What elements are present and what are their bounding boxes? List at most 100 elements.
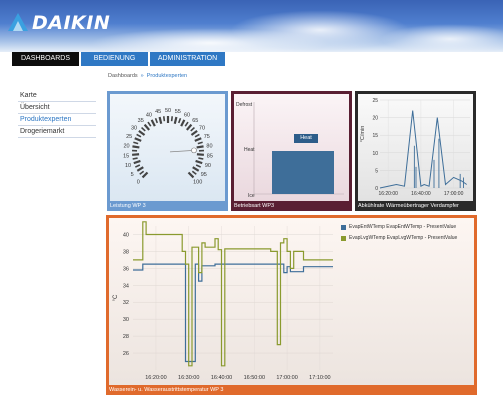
temp-xtick-label: 16:50:00 <box>244 375 265 381</box>
gauge-tick-label: 50 <box>165 108 171 114</box>
temp-ytick-label: 38 <box>123 249 129 255</box>
gauge-tick <box>184 121 189 127</box>
header-banner: DAIKIN <box>0 0 503 52</box>
mode-area: Defrost Heat Ice Heat <box>234 94 349 201</box>
breadcrumb-separator: » <box>140 73 144 79</box>
gauge-tick-label: 90 <box>205 163 211 169</box>
gauge-tick <box>191 170 197 175</box>
gauge-tick <box>132 153 140 156</box>
main-nav: DASHBOARDS BEDIENUNG ADMINISTRATION <box>0 52 503 66</box>
tab-administration[interactable]: ADMINISTRATION <box>150 52 226 66</box>
gauge-tick-label: 25 <box>126 134 132 140</box>
gauge-tick <box>158 116 163 125</box>
gauge-tick-label: 5 <box>131 172 134 178</box>
gauge-tick <box>190 126 195 132</box>
temp-ytick-label: 34 <box>123 283 129 289</box>
breadcrumb-home[interactable]: Dashboards <box>108 73 138 79</box>
evap-panel[interactable]: 0 5 10 15 20 25 16:20:00 16:40:00 17:00:00 °C/min… <box>355 91 476 211</box>
tab-bedienung[interactable]: BEDIENUNG <box>81 52 149 66</box>
mode-state-heat: Heat <box>244 147 255 153</box>
gauge-tick <box>133 159 141 165</box>
evap-xtick-label: 17:00:00 <box>444 191 464 197</box>
temp-series-lvgw <box>133 221 333 367</box>
gauge-tick <box>132 145 140 149</box>
gauge-tick <box>139 170 145 175</box>
page: DAIKIN DASHBOARDS BEDIENUNG ADMINISTRATI… <box>0 0 503 400</box>
temp-area: 26 28 30 32 34 36 38 40 16:20:00 16:30:00 16:40:00… <box>109 218 474 385</box>
mode-state-defrost: Defrost <box>236 102 253 108</box>
temp-panel[interactable]: 26 28 30 32 34 36 38 40 16:20:00 16:30:00 16:40:00… <box>106 215 477 395</box>
gauge-tick-label: 45 <box>155 109 161 115</box>
gauge-tick <box>150 119 156 127</box>
gauge-tick-label: 20 <box>123 143 129 149</box>
sidebar-item-produktexperten[interactable]: Produktexperten <box>18 114 96 126</box>
daikin-logo-icon <box>8 13 28 31</box>
gauge-tick <box>196 153 204 156</box>
gauge-tick-label: 40 <box>146 113 152 119</box>
temp-legend: EvapEntWTemp EvapEntWTemp - PresentValue… <box>341 222 471 244</box>
temp-xtick-label: 16:20:00 <box>145 375 166 381</box>
gauge-tick <box>162 116 166 122</box>
evap-xtick-label: 16:40:00 <box>411 191 431 197</box>
gauge-tick-label: 100 <box>193 180 202 186</box>
gauge-tick <box>133 141 139 145</box>
evap-ytick-label: 10 <box>372 151 378 157</box>
gauge-tick <box>143 123 151 131</box>
breadcrumb: Dashboards» Produktexperten <box>108 73 187 79</box>
gauge-tick <box>141 126 146 132</box>
temp-xtick-label: 16:40:00 <box>211 375 232 381</box>
temp-panel-title: Wasserein- u. Wasseraustrittstemperatur … <box>109 387 224 393</box>
temp-ytick-label: 32 <box>123 300 129 306</box>
gauge-tick <box>134 164 141 168</box>
gauge-tick-label: 35 <box>138 118 144 124</box>
breadcrumb-current[interactable]: Produktexperten <box>147 73 187 79</box>
gauge-tick <box>136 133 142 138</box>
temp-ytick-label: 36 <box>123 266 129 272</box>
temp-ytick-label: 30 <box>123 317 129 323</box>
temp-ylabel: °C <box>113 294 119 301</box>
gauge-tick <box>194 133 200 138</box>
gauge-tick <box>132 157 138 160</box>
sidebar: Karte Übersicht Produktexperten Drogerie… <box>18 90 96 138</box>
sidebar-item-uebersicht[interactable]: Übersicht <box>18 102 96 114</box>
legend-swatch-lvgw <box>341 236 346 241</box>
gauge-tick <box>197 141 203 145</box>
gauge-tick <box>134 137 142 142</box>
legend-item-lvgw[interactable]: EvapLvgWTemp EvapLvgWTemp - PresentValue <box>341 233 471 244</box>
gauge-panel[interactable]: 0 5 10 15 20 25 30 35 40 45 50 55 60 65 70 75 80 85 90 95 10… <box>107 91 228 211</box>
mode-heat-bar <box>272 151 334 194</box>
temp-xtick-label: 16:30:00 <box>178 375 199 381</box>
gauge-needle <box>169 149 194 153</box>
gauge-tick-label: 0 <box>137 180 140 186</box>
evap-panel-title: Abkühlrate Wärmeübertrager Verdampfer <box>358 203 459 209</box>
sidebar-item-drogeriemarkt[interactable]: Drogeriemarkt <box>18 126 96 138</box>
gauge-tick-label: 85 <box>207 153 213 159</box>
gauge-tick-label: 10 <box>125 163 131 169</box>
mode-state-ice: Ice <box>248 193 255 199</box>
gauge-tick <box>195 159 203 165</box>
brand-name: DAIKIN <box>32 12 111 34</box>
mode-current-badge: Heat <box>294 134 318 143</box>
evap-area: 0 5 10 15 20 25 16:20:00 16:40:00 17:00:00 °C/min <box>358 94 473 201</box>
gauge-tick <box>194 137 202 142</box>
temp-ytick-label: 26 <box>123 351 129 357</box>
gauge-tick-label: 65 <box>192 118 198 124</box>
gauge-tick <box>136 166 144 172</box>
banner-cloud <box>380 24 503 52</box>
sidebar-item-karte[interactable]: Karte <box>18 90 96 102</box>
gauge-area: 0 5 10 15 20 25 30 35 40 45 50 55 60 65 70 75 80 85 90 95 10… <box>110 94 225 201</box>
temp-ytick-label: 40 <box>123 232 129 238</box>
gauge-tick <box>190 129 198 136</box>
gauge-tick <box>198 157 204 160</box>
evap-ylabel: °C/min <box>360 126 366 143</box>
gauge-tick-label: 75 <box>204 134 210 140</box>
daikin-logo[interactable]: DAIKIN <box>6 8 116 34</box>
mode-panel[interactable]: Defrost Heat Ice Heat Betriebsart WP3 <box>231 91 352 211</box>
gauge-tick-label: 70 <box>199 125 205 131</box>
legend-label-entw: EvapEntWTemp EvapEntWTemp - PresentValue <box>349 224 457 230</box>
gauge-tick <box>173 116 178 125</box>
legend-item-entw[interactable]: EvapEntWTemp EvapEntWTemp - PresentValue <box>341 222 471 233</box>
gauge-tick <box>196 145 204 149</box>
tab-dashboards[interactable]: DASHBOARDS <box>12 52 80 66</box>
legend-label-lvgw: EvapLvgWTemp EvapLvgWTemp - PresentValue <box>349 235 458 241</box>
